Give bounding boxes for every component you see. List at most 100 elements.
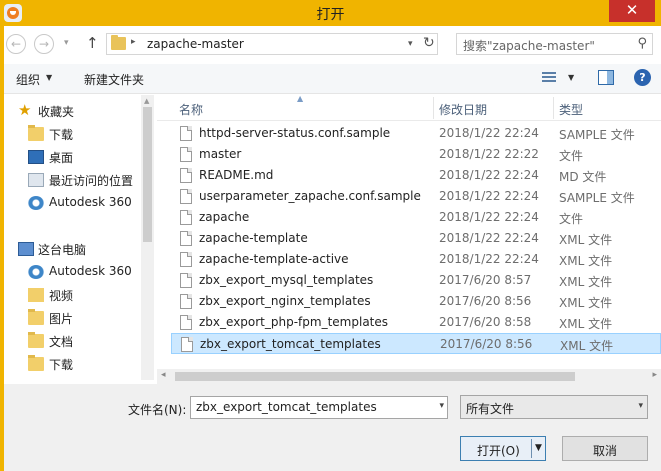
sidebar-item-pictures[interactable]: 图片 bbox=[4, 307, 140, 329]
file-icon bbox=[180, 147, 192, 162]
back-arrow-icon[interactable]: ← bbox=[6, 34, 26, 54]
file-row[interactable]: httpd-server-status.conf.sample 2018/1/22… bbox=[171, 123, 661, 144]
search-icon[interactable]: ⚲ bbox=[637, 36, 647, 51]
organize-button[interactable]: 组织 bbox=[16, 71, 40, 88]
sidebar-item-autodesk-360[interactable]: Autodesk 360 bbox=[4, 192, 140, 214]
open-options-dropdown-icon[interactable]: ▼ bbox=[535, 443, 542, 453]
star-icon: ★ bbox=[18, 101, 32, 119]
view-dropdown-icon[interactable]: ▼ bbox=[568, 73, 574, 82]
sidebar-item-desktop[interactable]: 桌面 bbox=[4, 146, 140, 168]
help-icon[interactable]: ? bbox=[634, 69, 651, 86]
file-modified-date: 2018/1/22 22:24 bbox=[439, 252, 539, 266]
sidebar-item-label: 下载 bbox=[49, 128, 74, 142]
file-row[interactable]: zbx_export_nginx_templates 2017/6/20 8:56… bbox=[171, 291, 661, 312]
navigation-bar: ← → ▾ ↑ ▸ zapache-master ▾ ↻ 搜索"zapache-… bbox=[4, 26, 661, 64]
file-row[interactable]: zapache-template-active 2018/1/22 22:24 XM… bbox=[171, 249, 661, 270]
downloads-folder-icon bbox=[28, 355, 44, 371]
file-icon bbox=[180, 210, 192, 225]
column-divider[interactable] bbox=[553, 97, 554, 119]
column-header-name[interactable]: 名称 bbox=[179, 101, 203, 118]
breadcrumb-separator-icon[interactable]: ▸ bbox=[131, 37, 136, 47]
sidebar-item-label: 图片 bbox=[49, 312, 74, 326]
breadcrumb-current-folder[interactable]: zapache-master bbox=[147, 37, 244, 51]
file-name: zapache-template-active bbox=[199, 252, 349, 266]
sidebar-item-favorites[interactable]: ★ 收藏夹 bbox=[4, 100, 140, 122]
search-input[interactable]: 搜索"zapache-master" ⚲ bbox=[456, 33, 653, 55]
sort-ascending-icon: ▲ bbox=[297, 95, 304, 103]
sidebar-item-downloads[interactable]: 下载 bbox=[4, 123, 140, 145]
new-folder-button[interactable]: 新建文件夹 bbox=[84, 71, 144, 88]
file-type-dropdown-icon[interactable]: ▾ bbox=[638, 401, 643, 411]
file-list-horizontal-scrollbar[interactable]: ◂ ▸ bbox=[157, 369, 661, 384]
column-header-type[interactable]: 类型 bbox=[559, 101, 583, 118]
sidebar-item-this-pc[interactable]: 这台电脑 bbox=[4, 238, 140, 260]
sidebar-item-label: Autodesk 360 bbox=[49, 264, 132, 278]
sidebar-item-label: 视频 bbox=[49, 289, 74, 303]
file-row[interactable]: userparameter_zapache.conf.sample 2018/1/… bbox=[171, 186, 661, 207]
file-icon bbox=[180, 231, 192, 246]
file-modified-date: 2017/6/20 8:57 bbox=[439, 273, 532, 287]
sidebar-item-label: 收藏夹 bbox=[38, 105, 75, 119]
split-button-divider bbox=[531, 439, 532, 458]
scroll-right-icon[interactable]: ▸ bbox=[652, 370, 657, 380]
filename-label: 文件名(N): bbox=[128, 403, 187, 417]
file-icon bbox=[180, 273, 192, 288]
file-type: 文件 bbox=[559, 212, 584, 226]
column-header-modified[interactable]: 修改日期 bbox=[439, 101, 487, 118]
open-button[interactable]: 打开(O) ▼ bbox=[460, 436, 546, 461]
cancel-button[interactable]: 取消 bbox=[562, 436, 648, 461]
filename-value[interactable]: zbx_export_tomcat_templates bbox=[196, 400, 377, 414]
close-button[interactable]: ✕ bbox=[609, 0, 655, 22]
file-row[interactable]: zbx_export_php-fpm_templates 2017/6/20 8:… bbox=[171, 312, 661, 333]
file-type: 文件 bbox=[559, 149, 584, 163]
file-name: zbx_export_php-fpm_templates bbox=[199, 315, 389, 329]
file-icon bbox=[180, 189, 192, 204]
file-row[interactable]: README.md 2018/1/22 22:24 MD 文件 bbox=[171, 165, 661, 186]
sidebar-item-autodesk-360-pc[interactable]: Autodesk 360 bbox=[4, 261, 140, 283]
filename-input[interactable]: zbx_export_tomcat_templates ▾ bbox=[190, 396, 448, 419]
file-type-select[interactable]: 所有文件 ▾ bbox=[460, 395, 648, 419]
address-bar[interactable]: ▸ zapache-master ▾ ↻ bbox=[106, 33, 438, 55]
file-type: XML 文件 bbox=[559, 275, 613, 289]
file-row[interactable]: master 2018/1/22 22:22 文件 bbox=[171, 144, 661, 165]
scrollbar-thumb[interactable] bbox=[175, 372, 575, 381]
title-bar: 打开 ✕ bbox=[0, 0, 661, 26]
refresh-icon[interactable]: ↻ bbox=[423, 35, 435, 51]
scrollbar-thumb[interactable] bbox=[143, 107, 152, 242]
file-type: SAMPLE 文件 bbox=[559, 191, 635, 205]
sidebar-item-label: 桌面 bbox=[49, 151, 74, 165]
file-name: README.md bbox=[199, 168, 274, 182]
file-row[interactable]: zapache-template 2018/1/22 22:24 XML 文件 bbox=[171, 228, 661, 249]
desktop-icon bbox=[28, 150, 44, 164]
sidebar-item-recent-places[interactable]: 最近访问的位置 bbox=[4, 169, 140, 191]
file-row[interactable]: zbx_export_mysql_templates 2017/6/20 8:57… bbox=[171, 270, 661, 291]
filename-dropdown-icon[interactable]: ▾ bbox=[439, 401, 444, 411]
address-dropdown-icon[interactable]: ▾ bbox=[408, 39, 413, 49]
sidebar-item-downloads-pc[interactable]: 下载 bbox=[4, 353, 140, 375]
organize-dropdown-icon[interactable]: ▼ bbox=[46, 73, 52, 82]
column-divider[interactable] bbox=[433, 97, 434, 119]
sidebar-item-label: 这台电脑 bbox=[38, 243, 87, 257]
scroll-up-icon[interactable]: ▲ bbox=[144, 97, 149, 105]
file-name: zapache bbox=[199, 210, 250, 224]
view-options-icon[interactable] bbox=[542, 70, 560, 86]
recent-locations-dropdown-icon[interactable]: ▾ bbox=[64, 38, 69, 48]
computer-icon bbox=[18, 242, 34, 256]
file-modified-date: 2018/1/22 22:24 bbox=[439, 231, 539, 245]
file-modified-date: 2018/1/22 22:24 bbox=[439, 189, 539, 203]
dialog-footer: 文件名(N): zbx_export_tomcat_templates ▾ 所有… bbox=[4, 384, 661, 471]
file-type: XML 文件 bbox=[559, 296, 613, 310]
file-row[interactable]: zbx_export_tomcat_templates 2017/6/20 8:5… bbox=[171, 333, 661, 354]
sidebar-item-videos[interactable]: 视频 bbox=[4, 284, 140, 306]
file-type: XML 文件 bbox=[559, 317, 613, 331]
up-arrow-icon[interactable]: ↑ bbox=[86, 34, 99, 52]
open-button-label: 打开(O) bbox=[477, 444, 520, 458]
sidebar-item-documents[interactable]: 文档 bbox=[4, 330, 140, 352]
scroll-left-icon[interactable]: ◂ bbox=[161, 370, 166, 380]
file-icon bbox=[180, 252, 192, 267]
file-row[interactable]: zapache 2018/1/22 22:24 文件 bbox=[171, 207, 661, 228]
navigation-pane-scrollbar[interactable]: ▲ bbox=[141, 95, 154, 380]
file-name: zbx_export_mysql_templates bbox=[199, 273, 374, 287]
forward-arrow-icon[interactable]: → bbox=[34, 34, 54, 54]
preview-pane-icon[interactable] bbox=[598, 70, 614, 85]
